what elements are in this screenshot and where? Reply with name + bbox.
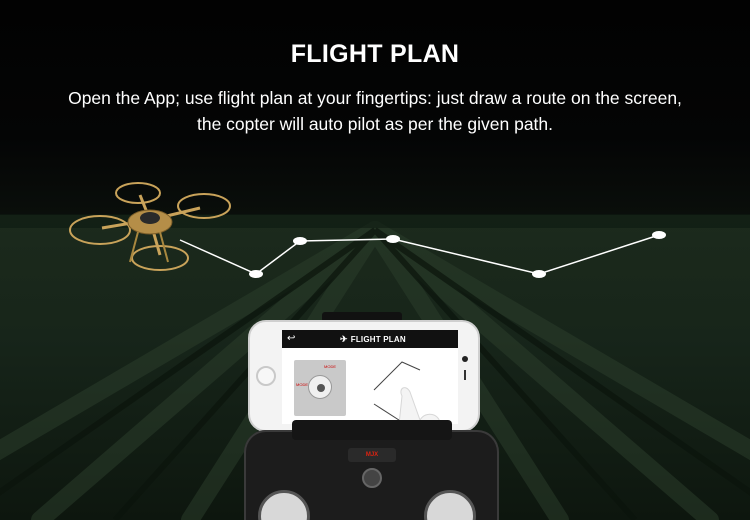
controller-clamp xyxy=(292,420,452,440)
right-joystick[interactable] xyxy=(424,490,476,520)
brand-logo: MJX xyxy=(348,448,396,462)
remote-controller: MJX xyxy=(244,420,499,520)
left-joystick[interactable] xyxy=(258,490,310,520)
power-button[interactable] xyxy=(362,468,382,488)
hero-scene: FLIGHT PLAN Open the App; use flight pla… xyxy=(0,0,750,520)
